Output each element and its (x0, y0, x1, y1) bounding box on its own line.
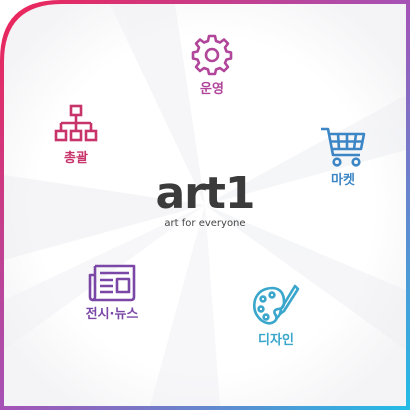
menu-item-design[interactable]: 디자인 (240, 283, 312, 349)
logo[interactable]: art1 art for everyone (130, 170, 280, 240)
menu-item-market[interactable]: 마켓 (307, 125, 379, 189)
menu-item-organization[interactable]: 총괄 (40, 103, 112, 167)
logo-wordmark: art1 (155, 168, 255, 219)
menu-label-design: 디자인 (258, 333, 294, 348)
org-chart-icon (54, 104, 98, 142)
newspaper-icon (88, 264, 136, 302)
menu-label-market: 마켓 (331, 173, 355, 188)
palette-brush-icon (252, 284, 300, 325)
gear-icon (191, 34, 233, 76)
menu-item-exhibition-news[interactable]: 전시·뉴스 (70, 263, 154, 323)
menu-label-organization: 총괄 (64, 151, 88, 166)
menu-label-operations: 운영 (200, 82, 224, 97)
menu-item-operations[interactable]: 운영 (180, 32, 244, 98)
shopping-cart-icon (321, 127, 366, 167)
menu-label-exhibition-news: 전시·뉴스 (85, 307, 139, 322)
menu-panel: art1 art for everyone 운영 총괄 마켓 전시·뉴스 디자인 (0, 0, 410, 410)
logo-tagline: art for everyone (164, 218, 246, 229)
